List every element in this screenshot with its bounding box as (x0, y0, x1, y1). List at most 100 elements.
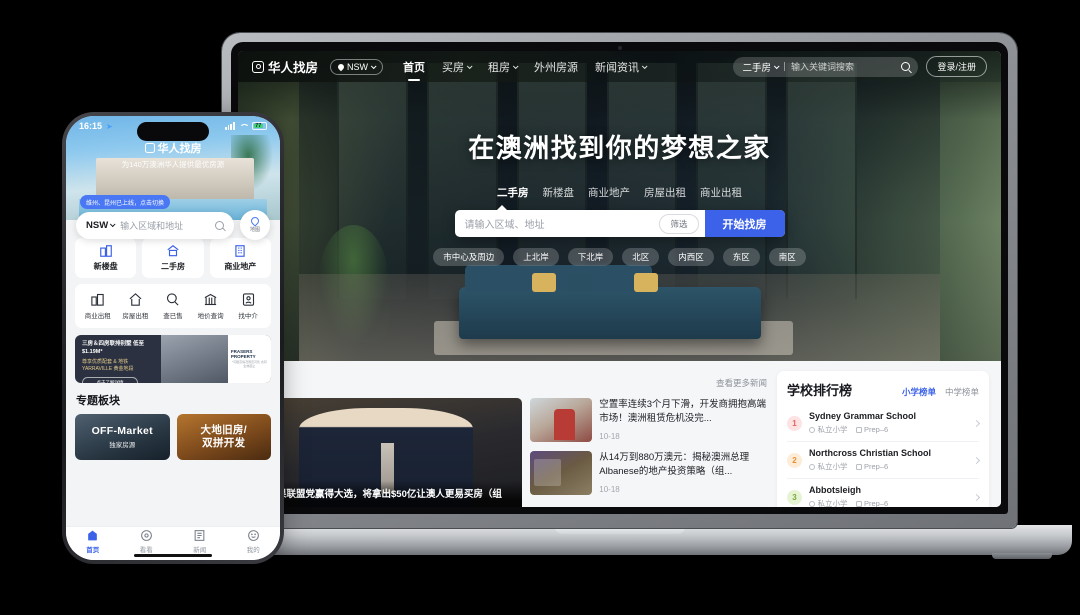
map-pin-icon (249, 215, 261, 227)
login-register-button[interactable]: 登录/注册 (926, 56, 987, 77)
hero-tab-newdev[interactable]: 新楼盘 (543, 185, 575, 200)
nav-item-interstate[interactable]: 外州房源 (534, 59, 578, 75)
school-row[interactable]: 1 Sydney Grammar School 私立小学 Prep–6 (787, 405, 981, 442)
status-time: 16:15 (79, 121, 103, 131)
news-icon (194, 529, 205, 541)
phone-frame: 16:15 ➤ 77 华人找房 为140万澳洲华人提供最优房源 维州、昆州已上线… (62, 112, 284, 564)
news-body: ：如果联盟党赢得大选，将拿出$50亿让澳人更易买房（组图） 空置率连续3个月下滑… (250, 398, 767, 507)
hero-tab-commercial[interactable]: 商业地产 (588, 185, 630, 200)
more-news-link[interactable]: 查看更多新闻 (716, 377, 767, 389)
category-house-rent[interactable]: 房屋出租 (117, 292, 155, 320)
promo-disclaimer: *可租高情况而定可售 合同生效起止 (231, 360, 267, 368)
eye-icon (140, 529, 152, 541)
phone-content: 新楼盘 二手房 商业地产 商业出租 房屋出租 查已售 地价查询 找中介 三房＆四… (66, 220, 280, 460)
category-agent[interactable]: 找中介 (229, 292, 267, 320)
category-label: 房屋出租 (122, 313, 149, 320)
category-label: 二手房 (160, 262, 185, 271)
rank-badge: 2 (787, 452, 802, 468)
region-chip[interactable]: 东区 (722, 248, 760, 266)
hero-tab-commercial-rent[interactable]: 商业出租 (700, 185, 742, 200)
site-navbar: 华人找房 NSW 首页 买房 租房 外州房源 新闻资讯 二手房 输入关键词搜索 … (238, 51, 1001, 82)
map-pin-icon (336, 62, 346, 71)
featured-news-card[interactable]: ：如果联盟党赢得大选，将拿出$50亿让澳人更易买房（组图） (250, 398, 523, 507)
start-search-button[interactable]: 开始找房 (704, 210, 785, 237)
site-logo[interactable]: 华人找房 (252, 57, 318, 76)
search-category-select[interactable]: 二手房 (742, 60, 780, 74)
feature-card-development[interactable]: 大地旧房/ 双拼开发 (176, 414, 271, 460)
nav-item-rent[interactable]: 租房 (488, 59, 519, 75)
category-commercial[interactable]: 商业地产 (209, 238, 271, 278)
hero-title: 在澳洲找到你的梦想之家 (468, 133, 771, 163)
feature-card-subtitle: 独家房源 (109, 442, 136, 450)
tab-label: 首页 (86, 546, 100, 554)
category-label: 找中介 (238, 313, 258, 320)
feature-card-offmarket[interactable]: OFF-Market 独家房源 (75, 414, 170, 460)
global-search[interactable]: 二手房 输入关键词搜索 (733, 56, 919, 77)
region-chip[interactable]: 上北岸 (513, 248, 559, 266)
school-row[interactable]: 2 Northcross Christian School 私立小学 Prep–… (787, 442, 981, 479)
school-type-label: 私立小学 (817, 462, 848, 471)
category-label: 商业地产 (224, 262, 257, 271)
tab-news[interactable]: 新闻 (173, 529, 227, 554)
chevron-down-icon (512, 62, 519, 69)
nav-item-news[interactable]: 新闻资讯 (595, 59, 648, 75)
tab-primary-school[interactable]: 小学榜单 (902, 386, 936, 398)
tab-secondary-school[interactable]: 中学榜单 (945, 386, 979, 398)
category-commercial-rent[interactable]: 商业出租 (79, 292, 117, 320)
hero-search-input[interactable]: 请输入区域、地址 (465, 216, 660, 231)
hero-tab-secondhand[interactable]: 二手房 (497, 185, 529, 200)
state-switch-tooltip[interactable]: 维州、昆州已上线，点击切换 (80, 195, 171, 209)
category-secondhand[interactable]: 二手房 (142, 238, 204, 278)
school-meta: 私立小学 Prep–6 (809, 498, 967, 507)
region-chip[interactable]: 市中心及周边 (433, 248, 505, 266)
chevron-right-icon (972, 456, 981, 464)
news-list-item[interactable]: 空置率连续3个月下滑，开发商拥抱高端市场！澳洲租赁危机没完... 10-18 (530, 398, 767, 442)
search-sold-icon (167, 293, 180, 306)
school-meta: 私立小学 Prep–6 (809, 424, 967, 435)
dynamic-island (137, 122, 209, 141)
nav-item-buy[interactable]: 买房 (442, 59, 473, 75)
region-chip[interactable]: 内西区 (668, 248, 714, 266)
news-item-date: 10-18 (599, 484, 620, 494)
phone-search-input[interactable]: 输入区域和地址 (120, 219, 209, 232)
nav-item-home[interactable]: 首页 (403, 59, 425, 75)
phone-search-bar[interactable]: NSW 输入区域和地址 (76, 211, 234, 239)
promo-image (161, 335, 228, 383)
search-icon[interactable] (215, 220, 224, 230)
laptop-device: 华人找房 NSW 首页 买房 租房 外州房源 新闻资讯 二手房 输入关键词搜索 … (167, 33, 1072, 559)
category-label: 地价查询 (197, 313, 224, 320)
shop-icon (91, 293, 104, 306)
category-land-price[interactable]: 地价查询 (192, 292, 230, 320)
category-new-development[interactable]: 新楼盘 (75, 238, 137, 278)
filter-button[interactable]: 筛选 (659, 213, 699, 234)
school-grades-label: Prep–6 (864, 462, 889, 471)
tab-profile[interactable]: 我的 (227, 529, 281, 554)
tab-label: 我的 (246, 546, 260, 554)
search-icon[interactable] (901, 62, 911, 71)
region-chip[interactable]: 下北岸 (567, 248, 614, 266)
phone-state-selector[interactable]: NSW (86, 219, 116, 231)
tab-home[interactable]: 首页 (66, 529, 120, 554)
school-type-label: 私立小学 (817, 425, 848, 434)
promo-cta-button[interactable]: 点击了解详情 (82, 377, 138, 383)
chevron-down-icon (466, 62, 473, 69)
school-name: Sydney Grammar School (809, 411, 917, 421)
hero-tab-rental[interactable]: 房屋出租 (644, 185, 686, 200)
news-item-text: 空置率连续3个月下滑，开发商拥抱高端市场！澳洲租赁危机没完... 10-18 (599, 398, 767, 442)
search-input-placeholder[interactable]: 输入关键词搜索 (791, 60, 895, 73)
region-chip[interactable]: 北区 (622, 248, 660, 266)
map-button[interactable]: 地图 (240, 210, 270, 240)
school-row[interactable]: 3 Abbotsleigh 私立小学 Prep–6 (787, 479, 981, 507)
category-sold[interactable]: 查已售 (154, 292, 192, 320)
nav-label: 买房 (442, 61, 465, 74)
location-selector[interactable]: NSW (330, 58, 384, 75)
region-chip[interactable]: 南区 (768, 248, 806, 266)
tab-explore[interactable]: 看看 (120, 529, 174, 554)
news-list-item[interactable]: 从14万到880万澳元：揭秘澳洲总理Albanese的地产投资策略（组... 1… (530, 451, 767, 495)
agent-icon (242, 293, 254, 306)
promo-banner[interactable]: 三房＆四房联排别墅 低至 $1.19M* 尊享优质配套 & 地铁 YARRAVI… (75, 335, 271, 383)
phone-state-label: NSW (86, 219, 109, 231)
phone-brand-tagline: 为140万澳洲华人提供最优房源 (121, 160, 225, 169)
home-icon (88, 530, 98, 540)
house-icon (167, 245, 179, 257)
